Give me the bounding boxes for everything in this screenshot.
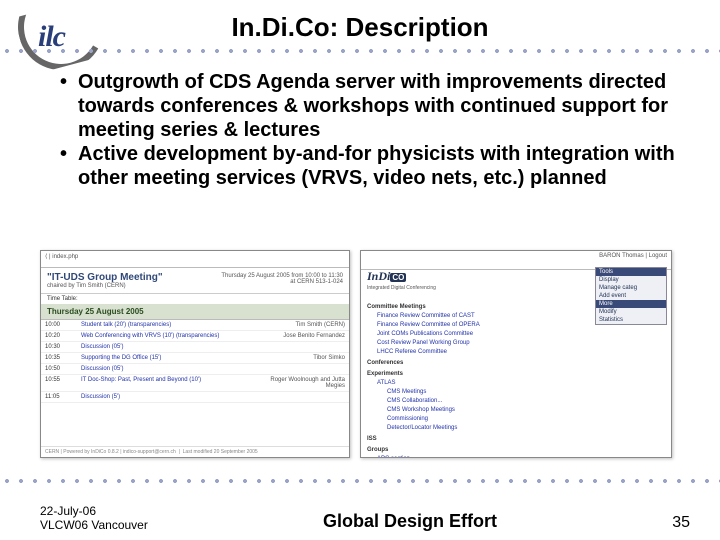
tree-item: APC section (367, 455, 593, 458)
bullet-1: Outgrowth of CDS Agenda server with impr… (60, 70, 690, 142)
embedded-screenshots: ⟨ | index.php "IT-UDS Group Meeting" cha… (40, 250, 670, 460)
tree-section: Groups (367, 446, 593, 455)
table-row: 10:50Discussion (05') (41, 364, 349, 375)
footer-date: 22-July-06 (40, 504, 96, 518)
tree-item: Finance Review Committee of OPERA (367, 321, 593, 330)
table-row: 10:55IT Doc-Shop: Past, Present and Beyo… (41, 375, 349, 392)
date-header: Thursday 25 August 2005 (41, 304, 349, 320)
tree-item: Detector/Locator Meetings (367, 424, 593, 433)
table-row: 11:05Discussion (5') (41, 392, 349, 403)
tool-item: Manage categ (596, 284, 666, 292)
tree-section: ISS (367, 435, 593, 444)
tree-item: CMS Workshop Meetings (367, 406, 593, 415)
browser-toolbar: ⟨ | index.php (41, 251, 349, 268)
tree-item: LHCC Referee Committee (367, 348, 593, 357)
tree-item: ATLAS (367, 379, 593, 388)
slide-title: In.Di.Co: Description (0, 12, 720, 43)
tree-item: Cost Review Panel Working Group (367, 339, 593, 348)
tree-item: Finance Review Committee of CAST (367, 312, 593, 321)
divider-bottom (0, 478, 720, 484)
indico-tagline: Integrated Digital Conferencing (367, 285, 436, 291)
footer-center: Global Design Effort (323, 511, 497, 532)
table-row: 10:20Web Conferencing with VRVS (10') (t… (41, 331, 349, 342)
tree-item: Commissioning (367, 415, 593, 424)
shot-footer-right: Last modified 20 September 2005 (183, 449, 258, 455)
divider-top (0, 48, 720, 54)
timetable: 10:00Student talk (20') (transparencies)… (41, 320, 349, 403)
tree-item: CMS Collaboration... (367, 397, 593, 406)
tool-item: Modify (596, 308, 666, 316)
tool-item: Statistics (596, 316, 666, 324)
tools-header: Tools (596, 268, 666, 276)
indico-logo: InDiCO (367, 269, 406, 284)
tree-item: Joint COMs Publications Committee (367, 330, 593, 339)
slide-footer: 22-July-06 VLCW06 Vancouver Global Desig… (40, 504, 690, 532)
category-tree: Committee Meetings Finance Review Commit… (367, 301, 593, 458)
slide-body: Outgrowth of CDS Agenda server with impr… (60, 70, 690, 190)
table-row: 10:00Student talk (20') (transparencies)… (41, 320, 349, 331)
footer-place: VLCW06 Vancouver (40, 518, 148, 532)
table-row: 10:35Supporting the DG Office (15')Tibor… (41, 353, 349, 364)
timetable-label: Time Table: (41, 294, 349, 304)
tree-item: CMS Meetings (367, 388, 593, 397)
bullet-2: Active development by-and-for physicists… (60, 142, 690, 190)
page-number: 35 (672, 514, 690, 532)
tool-item: Add event (596, 292, 666, 300)
more-header: More (596, 300, 666, 308)
indico-home-screenshot: BARON Thomas | Logout InDiCO Integrated … (360, 250, 672, 458)
shot-footer-left: CERN | Powered by InDiCo 0.8.2 | indico-… (45, 449, 176, 455)
tree-section: Committee Meetings (367, 303, 593, 312)
table-row: 10:30Discussion (05') (41, 342, 349, 353)
tree-section: Conferences (367, 359, 593, 368)
timetable-screenshot: ⟨ | index.php "IT-UDS Group Meeting" cha… (40, 250, 350, 458)
meeting-where: at CERN 513-1-024 (290, 279, 343, 285)
tool-item: Display (596, 276, 666, 284)
tools-panel: Tools Display Manage categ Add event Mor… (595, 267, 667, 325)
tree-section: Experiments (367, 370, 593, 379)
